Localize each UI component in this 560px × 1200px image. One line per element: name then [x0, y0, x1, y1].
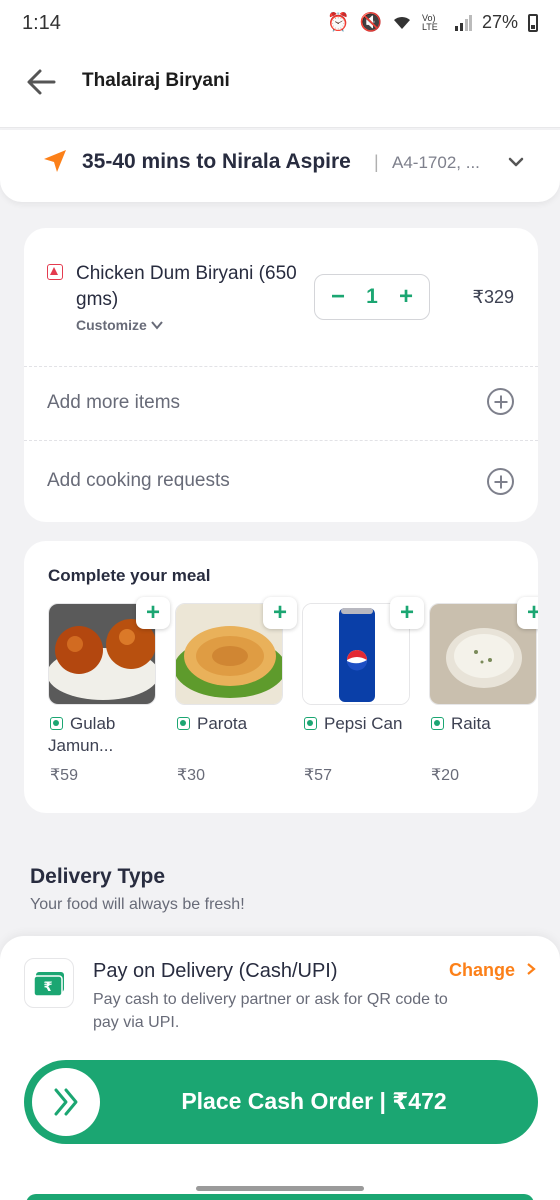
- meal-item-name: Parota: [197, 714, 248, 733]
- peek-bar: [26, 1194, 534, 1200]
- increase-quantity-button[interactable]: +: [399, 285, 413, 309]
- cart-item-price: ₹329: [472, 287, 514, 307]
- add-more-items-label[interactable]: Add more items: [47, 392, 180, 414]
- change-label: Change: [448, 960, 515, 980]
- payment-method-title: Pay on Delivery (Cash/UPI): [93, 960, 338, 982]
- home-indicator[interactable]: [196, 1186, 364, 1191]
- place-order-label: Place Cash Order | ₹472: [181, 1088, 447, 1114]
- meal-item[interactable]: + Raita ₹20: [429, 597, 538, 784]
- meal-item[interactable]: + Gulab Jamun... ₹59: [48, 597, 170, 784]
- change-payment-button[interactable]: Change: [449, 960, 538, 981]
- nonveg-indicator-icon: [47, 264, 63, 280]
- add-gulab-jamun-button[interactable]: +: [136, 597, 170, 629]
- navigation-icon: [44, 150, 66, 172]
- cooking-requests-plus-icon[interactable]: [487, 468, 514, 495]
- customize-link[interactable]: Customize: [76, 317, 164, 333]
- divider: [24, 366, 538, 367]
- quantity-value: 1: [366, 285, 378, 308]
- meal-item[interactable]: + Parota ₹30: [175, 597, 297, 784]
- meal-item-price: ₹57: [304, 767, 332, 784]
- meal-item[interactable]: + Pepsi Can ₹57: [302, 597, 424, 784]
- chevron-down-icon: [151, 321, 163, 330]
- status-bar: 1:14 ⏰ 🔇 Vo) LTE 27%: [0, 0, 560, 50]
- add-raita-button[interactable]: +: [517, 597, 538, 629]
- delivery-type-title: Delivery Type: [30, 865, 166, 888]
- place-order-button[interactable]: Place Cash Order | ₹472: [24, 1060, 538, 1144]
- meal-item-price: ₹20: [431, 767, 459, 784]
- chevron-down-icon[interactable]: [506, 152, 526, 172]
- payment-bottom-sheet: ₹ Pay on Delivery (Cash/UPI) Change Pay …: [0, 936, 560, 1200]
- network-label: Vo) LTE: [421, 12, 438, 32]
- back-arrow-icon[interactable]: [22, 64, 62, 100]
- slide-handle[interactable]: [32, 1068, 100, 1136]
- customize-label: Customize: [76, 317, 147, 333]
- cash-icon-symbol: ₹: [43, 980, 52, 995]
- decrease-quantity-button[interactable]: −: [331, 285, 345, 309]
- signal-icon: [454, 14, 472, 31]
- restaurant-title: Thalairaj Biryani: [82, 70, 230, 91]
- meal-item-price: ₹59: [50, 767, 78, 784]
- add-more-items-plus-icon[interactable]: [487, 388, 514, 415]
- status-icons: ⏰ 🔇 Vo) LTE 27%: [327, 12, 538, 33]
- address-separator: |: [374, 152, 379, 172]
- divider: [24, 440, 538, 441]
- add-pepsi-can-button[interactable]: +: [390, 597, 424, 629]
- meal-item-name: Pepsi Can: [324, 714, 403, 733]
- eta-text: 35-40 mins to Nirala Aspire: [82, 150, 351, 173]
- cart-item-name: Chicken Dum Biryani (650 gms): [76, 263, 297, 310]
- chevron-right-icon: [527, 963, 536, 975]
- header: Thalairaj Biryani: [0, 50, 560, 128]
- meal-item-name: Gulab Jamun...: [48, 714, 116, 755]
- alarm-icon: ⏰: [327, 12, 350, 32]
- complete-meal-title: Complete your meal: [48, 566, 211, 585]
- add-parota-button[interactable]: +: [263, 597, 297, 629]
- cooking-requests-label[interactable]: Add cooking requests: [47, 470, 230, 492]
- meal-item-price: ₹30: [177, 767, 205, 784]
- cart-card: Chicken Dum Biryani (650 gms) Customize …: [24, 228, 538, 522]
- quantity-stepper: − 1 +: [314, 274, 430, 320]
- payment-description: Pay cash to delivery partner or ask for …: [93, 991, 448, 1031]
- battery-icon: [528, 13, 538, 32]
- wifi-icon: [393, 16, 410, 29]
- cash-icon: ₹: [24, 958, 74, 1008]
- meal-item-name: Raita: [451, 714, 491, 733]
- complete-meal-card: Complete your meal + Gulab Jamun... ₹59: [24, 541, 538, 813]
- battery-percent: 27%: [481, 12, 518, 32]
- delivery-type-subtitle: Your food will always be fresh!: [30, 896, 245, 913]
- status-time: 1:14: [22, 12, 61, 34]
- mute-icon: 🔇: [359, 12, 382, 32]
- address-detail: A4-1702, ...: [392, 153, 480, 172]
- double-chevron-right-icon: [54, 1088, 78, 1116]
- delivery-address-bar[interactable]: 35-40 mins to Nirala Aspire | A4-1702, .…: [0, 130, 560, 202]
